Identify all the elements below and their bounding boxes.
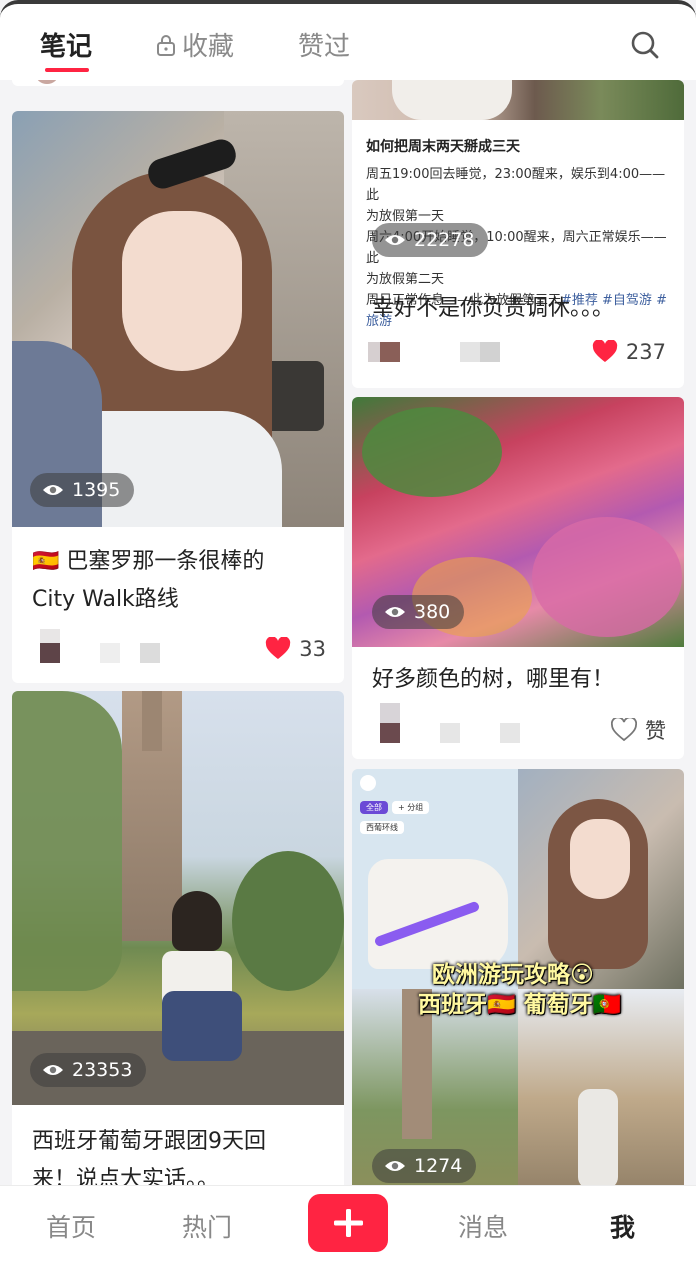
eye-icon — [385, 607, 405, 617]
image-detail — [12, 691, 122, 991]
card-title-text: 巴塞罗那一条很棒的 — [66, 549, 265, 574]
plus-icon — [334, 1209, 363, 1237]
image-detail — [532, 517, 682, 637]
note-card-barcelona[interactable]: 1395 🇪🇸 巴塞罗那一条很棒的 City Walk路线 33 — [12, 111, 344, 683]
author-name-blur — [140, 643, 160, 663]
note-heading: 如何把周末两天掰成三天 — [366, 139, 520, 155]
like-count: 33 — [299, 637, 326, 661]
author-name-blur — [500, 723, 520, 743]
image-detail — [392, 80, 512, 120]
active-tab-indicator — [45, 68, 89, 72]
card-title: 🇪🇸 巴塞罗那一条很棒的 City Walk路线 — [32, 543, 328, 619]
view-count: 23353 — [72, 1059, 133, 1081]
overlay-title-line2: 西班牙🇪🇸 葡萄牙🇵🇹 — [418, 985, 621, 1019]
card-title-line: 🇪🇸 巴塞罗那一条很棒的 — [32, 543, 328, 581]
view-count-badge: 380 — [372, 595, 465, 629]
tab-liked-label: 赞过 — [298, 32, 351, 62]
search-icon[interactable] — [630, 30, 660, 60]
partial-card-top-left[interactable] — [12, 80, 344, 86]
like-label: 赞 — [645, 719, 666, 743]
view-count: 1274 — [414, 1155, 463, 1177]
tab-collections[interactable]: 收藏 — [156, 26, 234, 63]
card-image — [12, 691, 344, 1105]
image-detail — [162, 991, 242, 1061]
spain-flag-icon: 🇪🇸 — [32, 549, 60, 574]
eye-icon — [43, 1065, 63, 1075]
like-button[interactable]: 赞 — [611, 715, 666, 745]
note-card-europe-guide[interactable]: 全部 + 分组 西葡环线 欧洲游玩攻略😮 西班牙🇪🇸 葡萄牙🇵🇹 1274 — [352, 769, 684, 1185]
tab-notes[interactable]: 笔记 — [40, 26, 92, 63]
nav-home[interactable]: 首页 — [46, 1208, 96, 1244]
nav-messages[interactable]: 消息 — [458, 1208, 508, 1244]
nav-me[interactable]: 我 — [610, 1208, 635, 1244]
author-avatar-pixel — [380, 723, 400, 743]
back-icon — [360, 775, 376, 791]
card-image: 全部 + 分组 西葡环线 欧洲游玩攻略😮 西班牙🇪🇸 葡萄牙🇵🇹 — [352, 769, 684, 1185]
view-count: 22278 — [414, 229, 475, 251]
image-detail — [172, 891, 222, 951]
card-title-line: City Walk路线 — [32, 587, 179, 612]
overlay-portugal: 葡萄牙🇵🇹 — [523, 992, 622, 1018]
author-avatar-pixel — [40, 643, 60, 663]
eye-icon — [43, 485, 63, 495]
heart-filled-icon — [592, 340, 618, 362]
nav-hot[interactable]: 热门 — [182, 1208, 232, 1244]
like-count: 237 — [625, 340, 666, 364]
author-avatar-pixel — [380, 342, 400, 362]
image-detail — [362, 407, 502, 497]
card-image — [352, 80, 684, 120]
tab-collections-label: 收藏 — [182, 32, 235, 62]
overlay-title-line1: 欧洲游玩攻略😮 — [432, 962, 594, 988]
tab-notes-label: 笔记 — [40, 32, 93, 62]
view-count: 1395 — [72, 479, 121, 501]
bottom-nav-bar: 首页 热门 消息 我 — [0, 1185, 696, 1269]
notes-feed[interactable]: 如何把周末两天掰成三天 周五19:00回去睡觉，23:00醒来，娱乐到4:00—… — [0, 80, 696, 1185]
note-line: 为放假第二天 — [366, 272, 445, 287]
card-title-line: 来！说点大实话。。 — [32, 1167, 220, 1185]
tab-liked[interactable]: 赞过 — [298, 26, 350, 63]
like-button[interactable]: 33 — [265, 637, 326, 661]
image-detail — [578, 1089, 618, 1185]
heart-filled-icon — [266, 637, 291, 659]
note-card-spain-tour[interactable]: 23353 西班牙葡萄牙跟团9天回 来！说点大实话。。 — [12, 691, 344, 1185]
create-post-button[interactable] — [308, 1194, 388, 1252]
card-title-line: 西班牙葡萄牙跟团9天回 — [32, 1129, 266, 1154]
lock-icon — [157, 34, 175, 56]
view-count: 380 — [414, 601, 451, 623]
note-line: 周五19:00回去睡觉，23:00醒来，娱乐到4:00——此 — [366, 167, 666, 203]
map-chip: 西葡环线 — [360, 821, 404, 834]
image-detail — [142, 691, 162, 751]
top-tab-bar: 笔记 收藏 赞过 — [0, 0, 696, 80]
view-count-badge: 1274 — [372, 1149, 477, 1183]
map-chip: 全部 — [360, 801, 388, 814]
eye-icon — [385, 235, 405, 245]
image-detail — [570, 819, 630, 899]
avatar — [36, 80, 58, 84]
note-card-trees[interactable]: 380 好多颜色的树，哪里有！ 赞 — [352, 397, 684, 759]
overlay-spain: 西班牙🇪🇸 — [418, 992, 516, 1018]
view-count-badge: 23353 — [30, 1053, 147, 1087]
map-chip: + 分组 — [392, 801, 430, 814]
author-avatar[interactable] — [380, 703, 400, 723]
image-detail — [122, 211, 242, 371]
card-image — [12, 111, 344, 527]
view-count-badge: 1395 — [30, 473, 135, 507]
view-count-badge: 22278 — [372, 223, 489, 257]
eye-icon — [385, 1161, 405, 1171]
author-name-blur — [460, 342, 480, 362]
author-name-blur — [440, 723, 460, 743]
author-name-blur — [480, 342, 500, 362]
like-button[interactable]: 237 — [592, 340, 666, 364]
image-detail — [232, 851, 344, 991]
author-name-blur — [100, 643, 120, 663]
note-card-itinerary[interactable]: 如何把周末两天掰成三天 周五19:00回去睡觉，23:00醒来，娱乐到4:00—… — [352, 80, 684, 388]
heart-outline-icon — [611, 718, 637, 742]
card-title: 幸好不是你负责调休。。。 — [372, 296, 615, 321]
card-title: 西班牙葡萄牙跟团9天回 来！说点大实话。。 — [32, 1123, 328, 1185]
card-title: 好多颜色的树，哪里有！ — [372, 667, 615, 692]
